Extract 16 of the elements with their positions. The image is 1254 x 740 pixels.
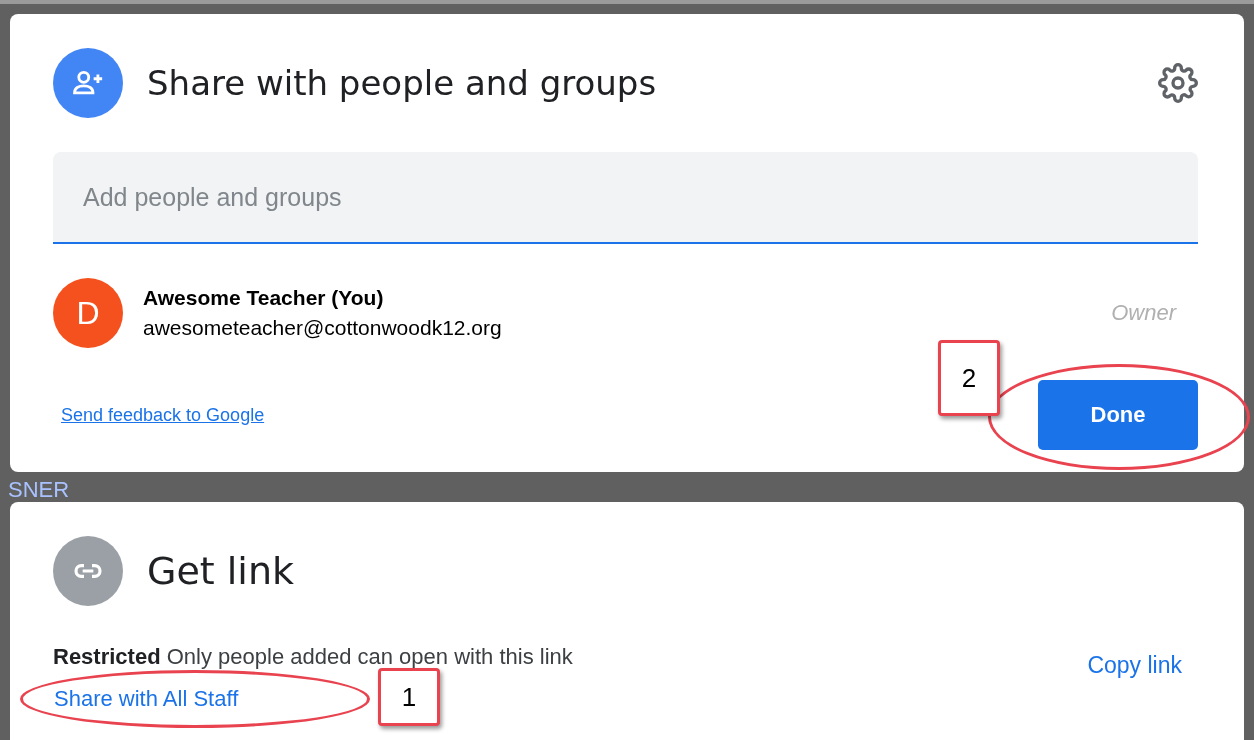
person-name: Awesome Teacher (You) [143, 286, 385, 310]
add-people-field[interactable]: Add people and groups [53, 152, 1198, 244]
share-all-staff-link[interactable]: Share with All Staff [54, 686, 239, 712]
avatar: D [53, 278, 123, 348]
callout-label: 1 [378, 668, 440, 726]
role-label: Owner [1111, 300, 1176, 326]
background-text: SNER [8, 478, 70, 502]
person-email: awesometeacher@cottonwoodk12.org [143, 316, 503, 340]
settings-icon[interactable] [1158, 63, 1198, 103]
section-title: Get link [147, 549, 295, 593]
done-button[interactable]: Done [1038, 380, 1198, 450]
dialog-title: Share with people and groups [147, 63, 658, 103]
feedback-link[interactable]: Send feedback to Google [61, 404, 265, 426]
callout-label: 2 [938, 340, 1000, 416]
access-description: Restricted Only people added can open with this link [53, 644, 573, 670]
copy-link-button[interactable]: Copy link [1087, 652, 1182, 679]
